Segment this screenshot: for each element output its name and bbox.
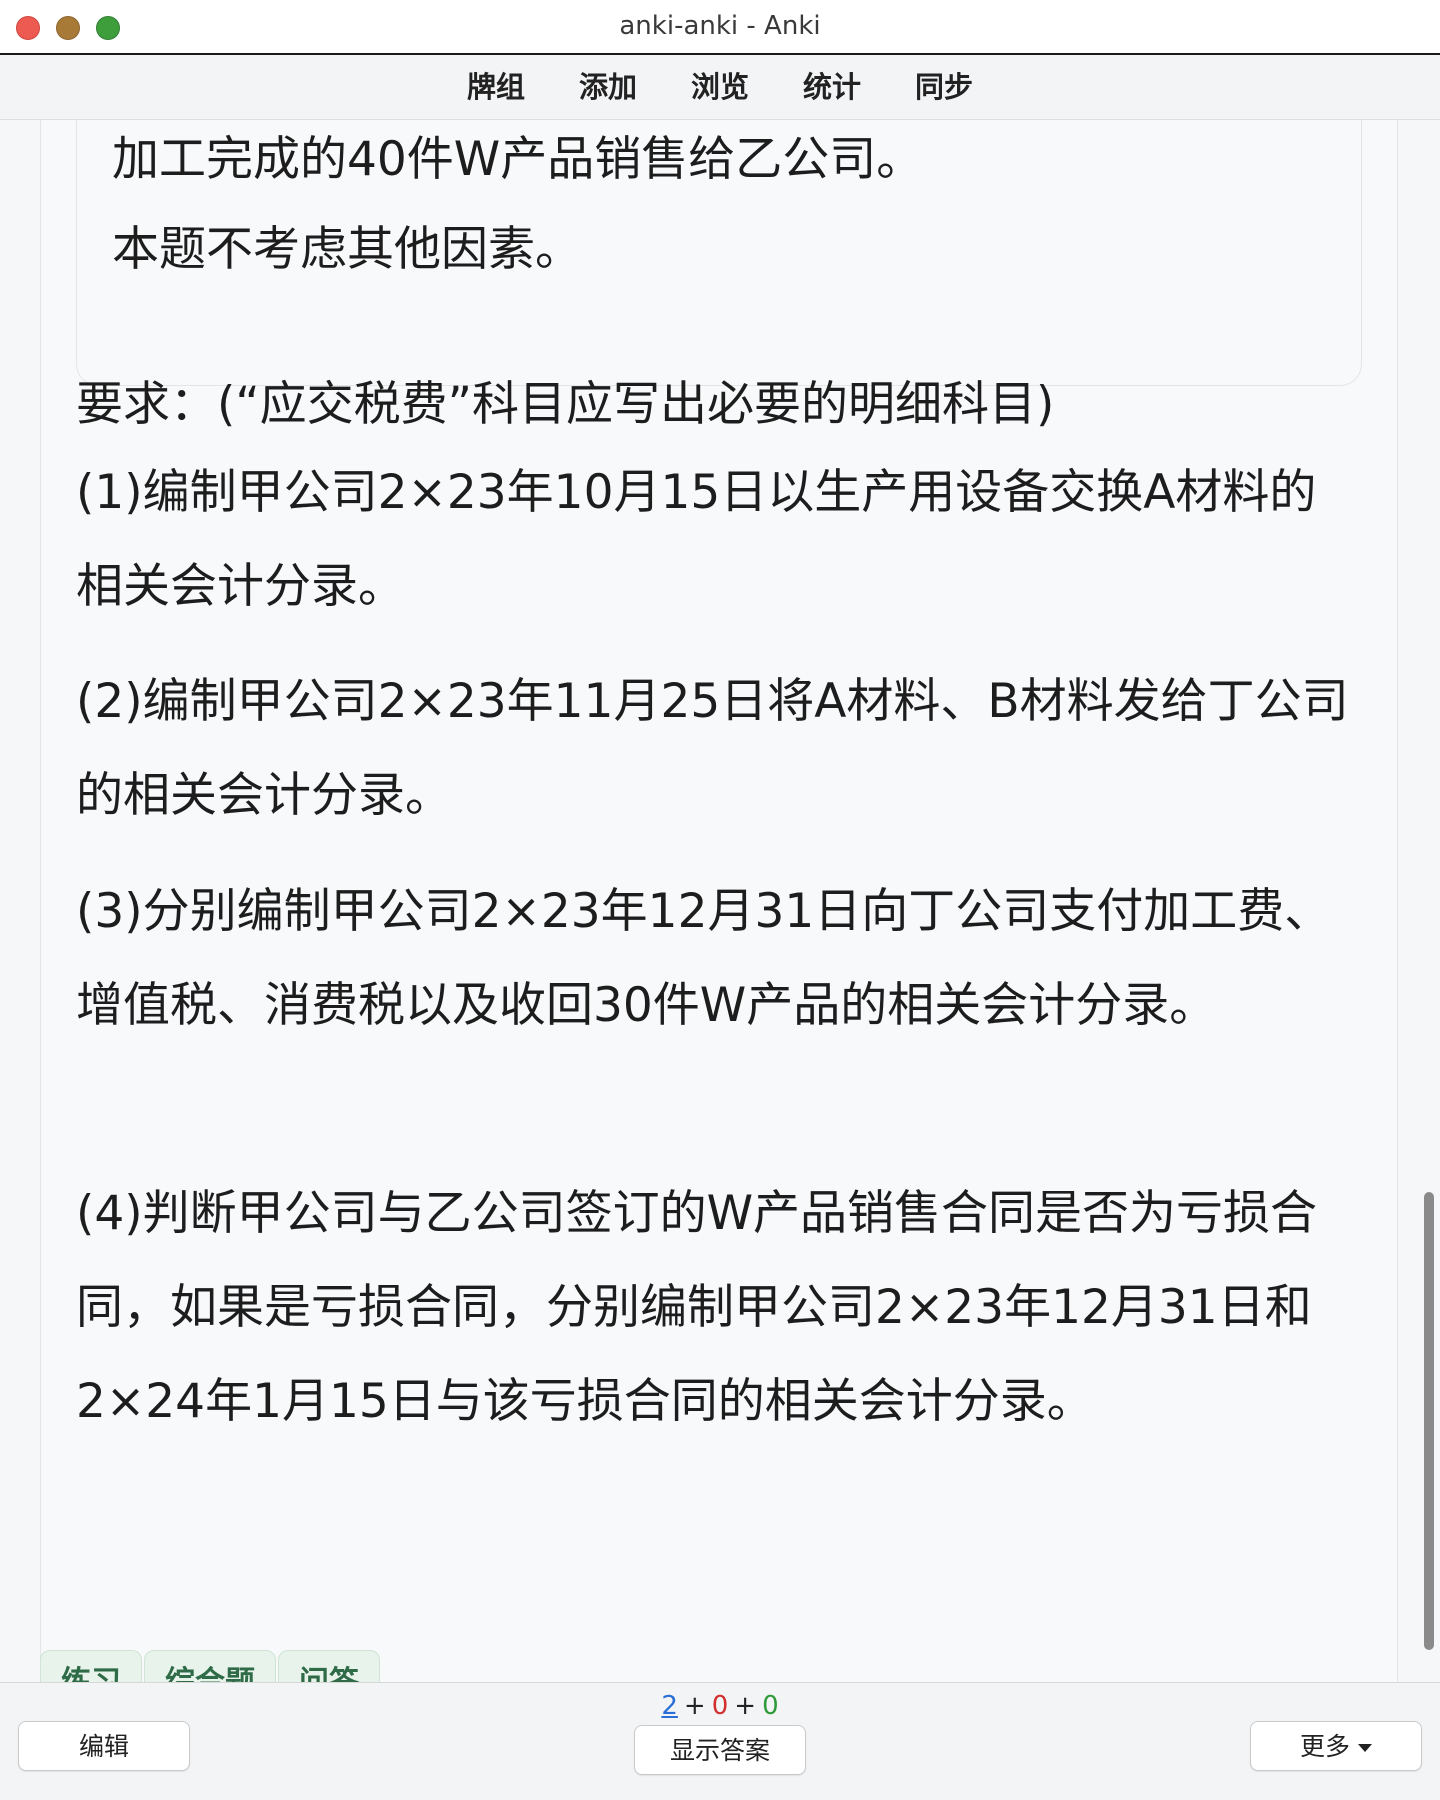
learning-count: 0 (711, 1691, 729, 1721)
anki-window: anki-anki - Anki 牌组 添加 浏览 统计 同步 加工完成的40件W产品销… (0, 0, 1440, 1800)
scenario-line: 加工完成的40件W产品销售给乙公司。 (112, 132, 924, 187)
scenario-line: 本题不考虑其他因素。 (112, 222, 582, 277)
question-item: (1)编制甲公司2×23年10月15日以生产用设备交换A材料的相关会计分录。 (76, 465, 1317, 614)
question-item: (4)判断甲公司与乙公司签订的W产品销售合同是否为亏损合同，如果是亏损合同，分别… (76, 1186, 1318, 1429)
show-answer-button[interactable]: 显示答案 (634, 1725, 806, 1775)
review-bottom-bar: 2 +0 +0 编辑 显示答案 更多 (0, 1682, 1440, 1800)
tag-item[interactable]: 练习 (40, 1650, 142, 1682)
question-item: (2)编制甲公司2×23年11月25日将A材料、B材料发给丁公司的相关会计分录。 (76, 674, 1349, 823)
new-count[interactable]: 2 (661, 1691, 678, 1721)
title-bar: anki-anki - Anki (0, 0, 1440, 55)
edit-button[interactable]: 编辑 (18, 1721, 190, 1771)
tag-item[interactable]: 综合题 (144, 1650, 276, 1682)
card-content-area[interactable]: 加工完成的40件W产品销售给乙公司。 本题不考虑其他因素。 要求：(“应交税费”… (0, 120, 1440, 1682)
count-separator: + (683, 1691, 706, 1721)
caret-down-icon (1358, 1744, 1372, 1752)
toolbar-browse[interactable]: 浏览 (691, 55, 749, 119)
show-answer-label: 显示答案 (669, 1736, 770, 1765)
more-button[interactable]: 更多 (1250, 1721, 1422, 1771)
tag-list: 练习综合题问答 (40, 1650, 382, 1682)
toolbar-sync[interactable]: 同步 (915, 55, 973, 119)
toolbar-decks[interactable]: 牌组 (467, 55, 525, 119)
main-toolbar: 牌组 添加 浏览 统计 同步 (0, 55, 1440, 120)
vertical-scrollbar[interactable] (1424, 1192, 1434, 1650)
toolbar-stats[interactable]: 统计 (803, 55, 861, 119)
count-separator: + (734, 1691, 757, 1721)
tag-item[interactable]: 问答 (278, 1650, 380, 1682)
review-count: 0 (762, 1691, 779, 1721)
due-counts: 2 +0 +0 (0, 1689, 1440, 1723)
edit-button-label: 编辑 (78, 1732, 129, 1761)
requirement-text: 要求：(“应交税费”科目应写出必要的明细科目) (76, 377, 1055, 432)
question-item: (3)分别编制甲公司2×23年12月31日向丁公司支付加工费、增值税、消费税以及… (76, 884, 1332, 1033)
window-title: anki-anki - Anki (619, 11, 821, 41)
more-button-label: 更多 (1299, 1732, 1350, 1761)
toolbar-add[interactable]: 添加 (579, 55, 637, 119)
